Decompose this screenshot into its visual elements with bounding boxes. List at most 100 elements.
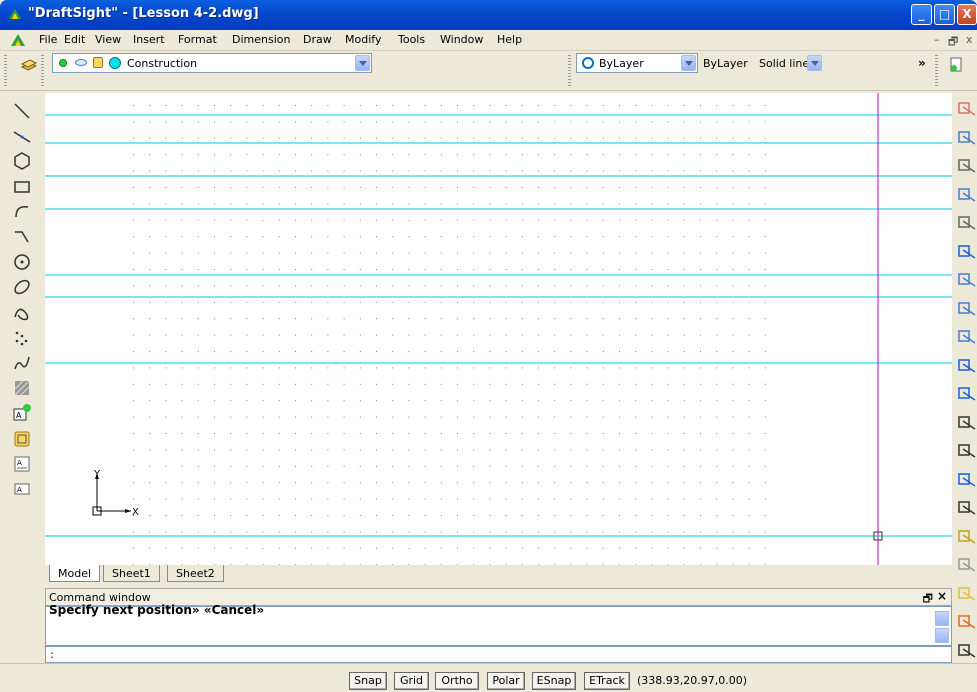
- command-prompt: :: [50, 648, 54, 661]
- properties-icon[interactable]: [955, 584, 977, 606]
- status-bar: Snap Grid Ortho Polar ESnap ETrack (338.…: [0, 663, 977, 692]
- rectangle-icon[interactable]: [12, 177, 34, 199]
- explode-icon[interactable]: [955, 527, 977, 549]
- copy-icon[interactable]: [955, 128, 977, 150]
- scale-icon[interactable]: [955, 299, 977, 321]
- infinite-line-icon[interactable]: [12, 126, 34, 148]
- scroll-up-icon[interactable]: [935, 611, 949, 626]
- grid-toggle[interactable]: Grid: [394, 672, 429, 690]
- join-icon[interactable]: [955, 498, 977, 520]
- polygon-icon[interactable]: [12, 151, 34, 173]
- svg-text:A: A: [16, 411, 22, 420]
- color-dropdown-icon[interactable]: [681, 55, 696, 71]
- stretch-icon[interactable]: [955, 327, 977, 349]
- esnap-toggle[interactable]: ESnap: [532, 672, 576, 690]
- layer-manager-icon[interactable]: [20, 57, 38, 73]
- menu-format[interactable]: Format: [178, 33, 217, 46]
- simple-note-icon[interactable]: A: [12, 479, 34, 501]
- freehand-icon[interactable]: [12, 353, 34, 375]
- toolbar-grip-4[interactable]: [935, 55, 938, 87]
- etrack-toggle[interactable]: ETrack: [584, 672, 630, 690]
- maximize-button[interactable]: □: [934, 4, 955, 25]
- svg-text:A: A: [17, 486, 22, 494]
- menu-file[interactable]: File: [39, 33, 57, 46]
- layer-dropdown-icon[interactable]: [355, 55, 370, 71]
- trim-icon[interactable]: [955, 356, 977, 378]
- snap-toggle[interactable]: Snap: [349, 672, 387, 690]
- layer-on-icon[interactable]: [59, 59, 67, 67]
- lineweight-value: Solid line: [759, 57, 810, 70]
- new-document-icon[interactable]: [948, 57, 964, 73]
- menu-insert[interactable]: Insert: [133, 33, 165, 46]
- draw-toolbar: A A A: [9, 93, 37, 683]
- lineweight-dropdown-icon[interactable]: [807, 55, 822, 71]
- minimize-button[interactable]: _: [911, 4, 932, 25]
- layer-lock-icon[interactable]: [93, 57, 103, 68]
- edit-icon[interactable]: [955, 555, 977, 577]
- tab-sheet2[interactable]: Sheet2: [167, 565, 224, 582]
- circle-icon[interactable]: [12, 252, 34, 274]
- extend-icon[interactable]: [955, 384, 977, 406]
- ellipse-icon[interactable]: [12, 277, 34, 299]
- sticky-icon[interactable]: [955, 612, 977, 634]
- ucs-y-label: Y: [94, 469, 101, 480]
- pattern-icon[interactable]: [955, 213, 977, 235]
- layer-name: Construction: [127, 57, 198, 70]
- menu-edit[interactable]: Edit: [64, 33, 85, 46]
- polar-toggle[interactable]: Polar: [487, 672, 525, 690]
- menu-help[interactable]: Help: [497, 33, 522, 46]
- color-value: ByLayer: [599, 57, 644, 70]
- tab-model[interactable]: Model: [49, 565, 101, 582]
- command-output-text: Specify next position» «Cancel»: [49, 603, 265, 617]
- menu-view[interactable]: View: [95, 33, 121, 46]
- mdi-close-button[interactable]: x: [966, 33, 973, 46]
- menu-draw[interactable]: Draw: [303, 33, 332, 46]
- spline-icon[interactable]: [12, 303, 34, 325]
- ortho-toggle[interactable]: Ortho: [435, 672, 479, 690]
- toolbar-grip[interactable]: [4, 55, 7, 87]
- command-input[interactable]: :: [45, 646, 952, 663]
- hatch-icon[interactable]: [12, 378, 34, 400]
- layer-select[interactable]: Construction: [52, 53, 372, 73]
- erase-icon[interactable]: [955, 99, 977, 121]
- fillet-icon[interactable]: [955, 413, 977, 435]
- mdi-restore-button[interactable]: 🗗: [948, 33, 958, 52]
- note-icon[interactable]: A: [12, 454, 34, 476]
- rotate-icon[interactable]: [955, 270, 977, 292]
- toolbar-overflow-button[interactable]: »: [918, 56, 926, 70]
- scroll-down-icon[interactable]: [935, 628, 949, 643]
- lineweight-select[interactable]: Solid line: [756, 53, 824, 73]
- drawing-area[interactable]: [45, 93, 952, 565]
- point-icon[interactable]: [12, 328, 34, 350]
- menu-window[interactable]: Window: [440, 33, 483, 46]
- layer-freeze-icon[interactable]: [75, 59, 87, 66]
- polyline-icon[interactable]: [12, 227, 34, 249]
- close-button[interactable]: X: [957, 4, 977, 25]
- mirror-icon[interactable]: [955, 156, 977, 178]
- text-icon[interactable]: A: [12, 403, 34, 425]
- arc-icon[interactable]: [12, 202, 34, 224]
- chamfer-icon[interactable]: [955, 441, 977, 463]
- menu-bar: File Edit View Insert Format Dimension D…: [0, 30, 977, 51]
- menu-dimension[interactable]: Dimension: [232, 33, 290, 46]
- grid-dots: [133, 105, 766, 565]
- drawing-canvas[interactable]: Y X: [45, 93, 952, 565]
- bylayer-color-icon: [582, 57, 594, 69]
- bomb-icon[interactable]: [955, 641, 977, 663]
- menu-modify[interactable]: Modify: [345, 33, 381, 46]
- linetype-select[interactable]: ByLayer: [700, 53, 752, 73]
- offset-icon[interactable]: [955, 185, 977, 207]
- mdi-minimize-button[interactable]: –: [934, 33, 940, 46]
- block-icon[interactable]: [12, 429, 34, 451]
- layer-color-icon: [109, 57, 121, 69]
- color-select[interactable]: ByLayer: [576, 53, 698, 73]
- close-command-window-icon[interactable]: ×: [937, 589, 947, 603]
- menu-tools[interactable]: Tools: [398, 33, 425, 46]
- move-icon[interactable]: [955, 242, 977, 264]
- line-icon[interactable]: [12, 101, 34, 123]
- toolbar-grip-2[interactable]: [41, 55, 44, 87]
- tab-sheet1[interactable]: Sheet1: [103, 565, 160, 582]
- toolbar-grip-3[interactable]: [568, 55, 571, 87]
- command-window: Command window 🗗 × Specify next position…: [45, 588, 952, 663]
- break-icon[interactable]: [955, 470, 977, 492]
